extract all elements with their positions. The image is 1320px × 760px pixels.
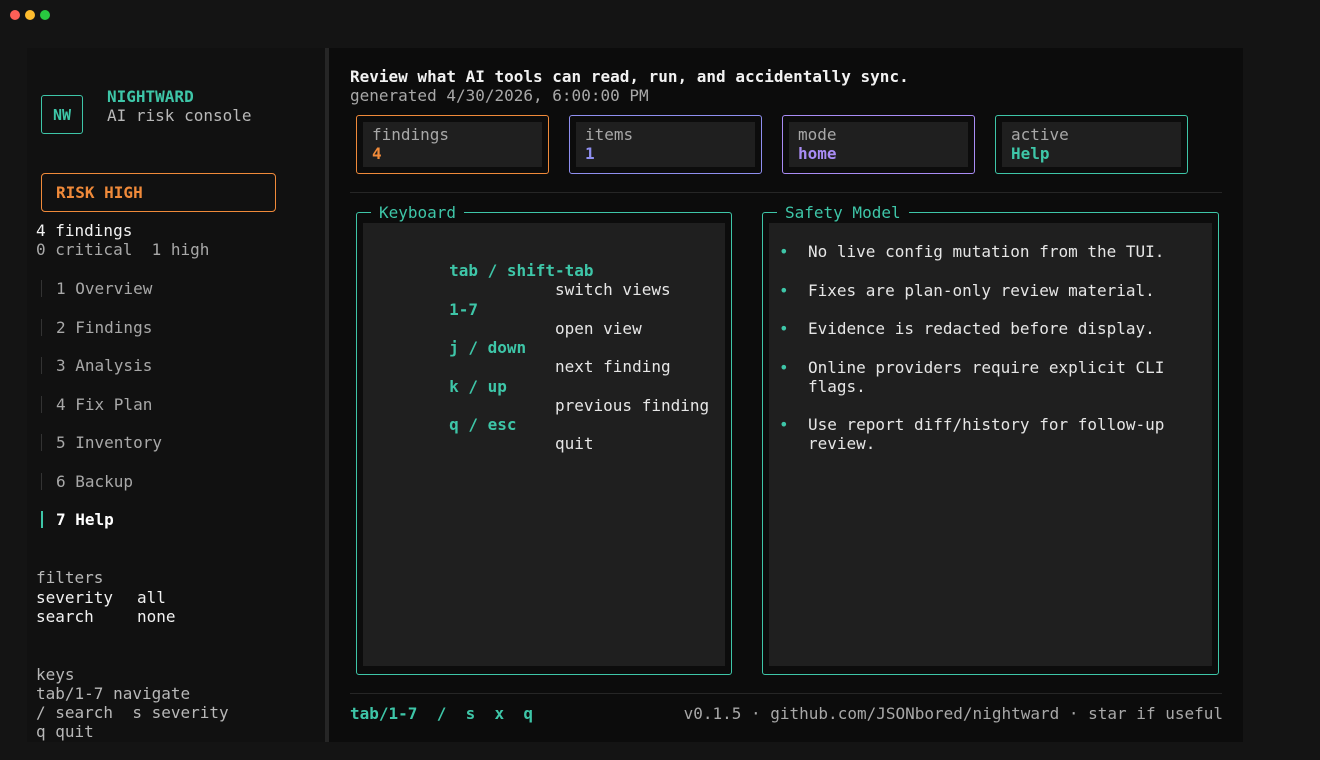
nav-item-help[interactable]: 7 Help	[41, 510, 114, 529]
footer-divider	[350, 693, 1222, 694]
keybinding-desc: next finding	[555, 357, 671, 376]
stat-value: 1	[585, 144, 595, 163]
keybinding-desc: open view	[555, 319, 642, 338]
filter-severity-value[interactable]: all	[137, 588, 166, 607]
nav-item-backup[interactable]: 6 Backup	[41, 472, 133, 491]
window-close-button[interactable]	[10, 10, 20, 20]
stat-card-items: items 1	[569, 115, 762, 174]
safety-item: Use report diff/history for follow-up re…	[808, 415, 1165, 453]
keybinding-key: k / up	[449, 377, 507, 396]
nav-item-inventory[interactable]: 5 Inventory	[41, 433, 162, 452]
footer-version-info[interactable]: v0.1.5 · github.com/JSONbored/nightward …	[684, 704, 1223, 723]
nav-item-fix-plan[interactable]: 4 Fix Plan	[41, 395, 152, 414]
keybinding-key: 1-7	[449, 300, 478, 319]
page-headline: Review what AI tools can read, run, and …	[350, 67, 909, 86]
stat-card-active: active Help	[995, 115, 1188, 174]
keybinding-key: j / down	[449, 338, 527, 357]
filter-search-value[interactable]: none	[137, 607, 176, 626]
bullet-icon: •	[779, 242, 789, 261]
nav-item-analysis[interactable]: 3 Analysis	[41, 356, 152, 375]
stat-label: mode	[798, 125, 837, 144]
footer-key-hints: tab/1-7 / s x q	[350, 704, 534, 723]
window-minimize-button[interactable]	[25, 10, 35, 20]
generated-timestamp: generated 4/30/2026, 6:00:00 PM	[350, 86, 649, 105]
safety-model-panel-title: Safety Model	[777, 204, 909, 222]
bullet-icon: •	[779, 415, 789, 434]
stat-label: items	[585, 125, 634, 144]
nav-item-overview[interactable]: 1 Overview	[41, 279, 152, 298]
logo-badge: NW	[41, 95, 83, 134]
keys-heading: keys	[36, 665, 75, 684]
bullet-icon: •	[779, 281, 789, 300]
filter-severity-label: severity	[36, 588, 114, 607]
safety-item: No live config mutation from the TUI.	[808, 242, 1165, 261]
stat-value: 4	[372, 144, 382, 163]
keybinding-desc: quit	[555, 434, 594, 453]
filter-search-label: search	[36, 607, 94, 626]
brand-subtitle: AI risk console	[107, 106, 252, 125]
severity-summary: 0 critical 1 high	[36, 240, 210, 259]
bullet-icon: •	[779, 319, 789, 338]
keybinding-key: q / esc	[449, 415, 517, 434]
stat-card-mode: mode home	[782, 115, 975, 174]
safety-item: Evidence is redacted before display.	[808, 319, 1155, 338]
filters-heading: filters	[36, 568, 104, 587]
stat-value: home	[798, 144, 837, 163]
stat-label: active	[1011, 125, 1069, 144]
keybinding-desc: previous finding	[555, 396, 710, 415]
keyboard-panel-title: Keyboard	[371, 204, 465, 222]
keybinding-row: q / esc quit	[372, 396, 593, 472]
stat-label: findings	[372, 125, 450, 144]
findings-count: 4 findings	[36, 221, 133, 240]
safety-item: Fixes are plan-only review material.	[808, 281, 1155, 300]
bullet-icon: •	[779, 358, 789, 377]
header-divider	[350, 192, 1222, 193]
sidebar: NW NIGHTWARD AI risk console RISK HIGH 4…	[27, 48, 325, 742]
keybinding-key: tab / shift-tab	[449, 261, 594, 280]
sidebar-divider	[325, 48, 329, 742]
stat-card-findings: findings 4	[356, 115, 549, 174]
keys-hint-navigate: tab/1-7 navigate	[36, 684, 191, 703]
app-window: NW NIGHTWARD AI risk console RISK HIGH 4…	[27, 48, 1243, 742]
keybinding-desc: switch views	[555, 280, 671, 299]
risk-level-badge: RISK HIGH	[41, 173, 276, 212]
stat-value: Help	[1011, 144, 1050, 163]
keys-hint-search: / search s severity	[36, 703, 229, 722]
keyboard-panel: Keyboard tab / shift-tab switch views 1-…	[356, 204, 732, 675]
keys-hint-quit: q quit	[36, 722, 94, 741]
nav-item-findings[interactable]: 2 Findings	[41, 318, 152, 337]
safety-model-panel: Safety Model • No live config mutation f…	[762, 204, 1219, 675]
safety-item: Online providers require explicit CLI fl…	[808, 358, 1165, 396]
brand-name: NIGHTWARD	[107, 87, 194, 106]
window-maximize-button[interactable]	[40, 10, 50, 20]
